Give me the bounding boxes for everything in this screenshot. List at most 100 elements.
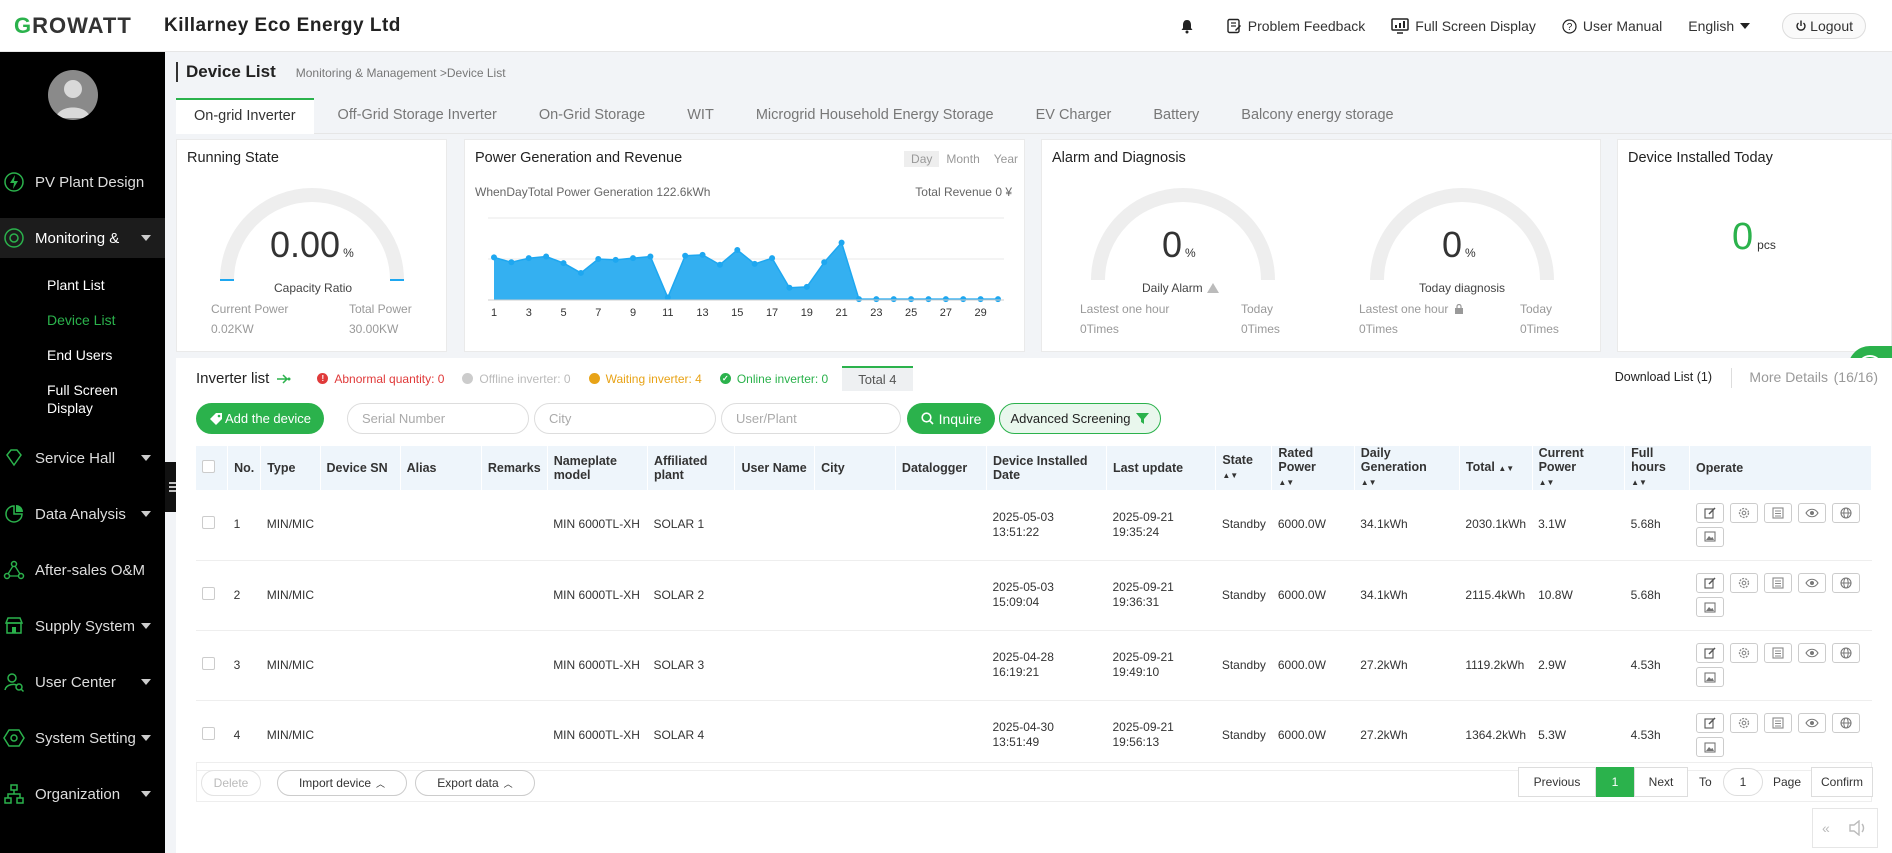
full-screen-display-button[interactable]: Full Screen Display <box>1391 18 1536 34</box>
image-icon[interactable] <box>1695 526 1724 547</box>
page-1-button[interactable]: 1 <box>1596 767 1634 797</box>
sidebar-subitem-plant-list[interactable]: Plant List <box>47 276 105 294</box>
notification-bell[interactable] <box>1180 19 1200 34</box>
online-inverter-filter[interactable]: ✓ Online inverter: 0 <box>719 372 828 386</box>
advanced-screening-button[interactable]: Advanced Screening <box>999 403 1161 434</box>
select-all-header[interactable] <box>196 446 229 490</box>
tab-wit[interactable]: WIT <box>669 98 732 134</box>
tab-battery[interactable]: Battery <box>1135 98 1217 134</box>
delete-button[interactable]: Delete <box>201 770 261 796</box>
edit-icon[interactable] <box>1695 643 1724 663</box>
row-select-cell[interactable] <box>196 560 228 631</box>
datalogger-icon[interactable] <box>1763 573 1792 593</box>
download-list-button[interactable]: Download List (1) <box>1615 370 1712 384</box>
goto-page-input[interactable]: 1 <box>1723 768 1763 796</box>
col-full-hours[interactable]: Full hours ▲▼ <box>1624 446 1690 490</box>
view-eye-icon[interactable] <box>1797 713 1826 733</box>
sidebar-item-data-analysis[interactable]: Data Analysis <box>0 494 165 534</box>
sidebar-item-organization[interactable]: Organization <box>0 774 165 814</box>
image-icon[interactable] <box>1695 667 1724 687</box>
sidebar-item-system-setting[interactable]: System Setting <box>0 718 165 758</box>
view-eye-icon[interactable] <box>1797 502 1826 523</box>
globe-icon[interactable] <box>1831 502 1860 523</box>
sidebar-item-after-sales[interactable]: After-sales O&M <box>0 550 165 590</box>
globe-icon[interactable] <box>1831 573 1860 593</box>
image-icon[interactable] <box>1695 597 1724 617</box>
double-chevron-left-icon[interactable]: « <box>1822 820 1830 836</box>
sidebar-subitem-full-screen[interactable]: Full Screen Display <box>47 381 118 417</box>
export-data-button[interactable]: Export data ︿ <box>415 770 535 796</box>
abnormal-quantity-filter[interactable]: ! Abnormal quantity: 0 <box>317 372 444 386</box>
col-daily-generation[interactable]: Daily Generation ▲▼ <box>1354 446 1460 490</box>
table-row[interactable]: 2 MIN/MIC MIN 6000TL-XH SOLAR 2 2025-05-03 1… <box>196 560 1872 631</box>
table-row[interactable]: 4 MIN/MIC MIN 6000TL-XH SOLAR 4 2025-04-30 1… <box>196 700 1872 771</box>
globe-icon[interactable] <box>1831 643 1860 663</box>
arrow-right-icon[interactable] <box>277 373 291 384</box>
row-checkbox[interactable] <box>202 726 215 740</box>
user-plant-input[interactable]: User/Plant <box>721 403 901 434</box>
image-icon[interactable] <box>1695 737 1724 757</box>
sidebar-item-pv-plant-design[interactable]: PV Plant Design <box>0 162 165 202</box>
row-select-cell[interactable] <box>196 700 228 771</box>
confirm-page-button[interactable]: Confirm <box>1811 767 1873 797</box>
settings-icon[interactable] <box>1729 643 1758 663</box>
datalogger-icon[interactable] <box>1763 643 1792 663</box>
logout-button[interactable]: Logout <box>1782 13 1866 39</box>
sidebar-item-monitoring[interactable]: Monitoring & <box>0 218 165 258</box>
problem-feedback-button[interactable]: Problem Feedback <box>1226 18 1365 34</box>
growatt-logo[interactable]: GROWATT <box>0 13 164 39</box>
language-select[interactable]: English <box>1688 18 1756 34</box>
waiting-inverter-filter[interactable]: Waiting inverter: 4 <box>588 372 702 386</box>
user-manual-button[interactable]: ? User Manual <box>1562 18 1662 34</box>
select-all-checkbox[interactable] <box>202 460 215 473</box>
period-month[interactable]: Month <box>939 151 986 167</box>
edit-icon[interactable] <box>1695 573 1724 593</box>
tab-on-grid-inverter[interactable]: On-grid Inverter <box>176 98 314 134</box>
previous-page-button[interactable]: Previous <box>1518 767 1596 797</box>
col-state[interactable]: State ▲▼ <box>1215 446 1273 490</box>
row-checkbox[interactable] <box>202 656 215 670</box>
settings-icon[interactable] <box>1729 573 1758 593</box>
sidebar-item-service-hall[interactable]: Service Hall <box>0 438 165 478</box>
offline-inverter-filter[interactable]: Offline inverter: 0 <box>462 372 571 386</box>
row-checkbox[interactable] <box>202 516 215 530</box>
sidebar-item-supply-system[interactable]: Supply System <box>0 606 165 646</box>
globe-icon[interactable] <box>1831 713 1860 733</box>
sidebar-item-user-center[interactable]: User Center <box>0 662 165 702</box>
datalogger-icon[interactable] <box>1763 502 1792 523</box>
add-device-button[interactable]: Add the device <box>196 403 324 434</box>
table-row[interactable]: 1 MIN/MIC MIN 6000TL-XH SOLAR 1 2025-05-03 1… <box>196 490 1872 561</box>
table-row[interactable]: 3 MIN/MIC MIN 6000TL-XH SOLAR 3 2025-04-28 1… <box>196 630 1872 701</box>
col-rated-power[interactable]: Rated Power ▲▼ <box>1271 446 1355 490</box>
period-year[interactable]: Year <box>987 151 1018 167</box>
row-select-cell[interactable] <box>196 490 228 561</box>
speaker-icon[interactable] <box>1848 820 1868 836</box>
view-eye-icon[interactable] <box>1797 573 1826 593</box>
tab-balcony-energy-storage[interactable]: Balcony energy storage <box>1223 98 1411 134</box>
settings-icon[interactable] <box>1729 713 1758 733</box>
edit-icon[interactable] <box>1695 502 1724 523</box>
city-input[interactable]: City <box>534 403 716 434</box>
row-select-cell[interactable] <box>196 630 228 701</box>
more-details-link[interactable]: More Details <box>1749 369 1828 385</box>
serial-number-input[interactable]: Serial Number <box>347 403 529 434</box>
period-day[interactable]: Day <box>904 151 940 167</box>
inquire-button[interactable]: Inquire <box>907 403 995 434</box>
tab-off-grid-storage-inverter[interactable]: Off-Grid Storage Inverter <box>320 98 515 134</box>
tab-ev-charger[interactable]: EV Charger <box>1018 98 1130 134</box>
sidebar-subitem-end-users[interactable]: End Users <box>47 346 112 364</box>
tab-microgrid[interactable]: Microgrid Household Energy Storage <box>738 98 1012 134</box>
total-filter[interactable]: Total 4 <box>842 366 913 391</box>
col-total[interactable]: Total ▲▼ <box>1459 446 1533 490</box>
settings-icon[interactable] <box>1729 502 1758 523</box>
edit-icon[interactable] <box>1695 713 1724 733</box>
import-device-button[interactable]: Import device ︿ <box>277 770 407 796</box>
datalogger-icon[interactable] <box>1763 713 1792 733</box>
row-checkbox[interactable] <box>202 586 215 600</box>
tab-on-grid-storage[interactable]: On-Grid Storage <box>521 98 663 134</box>
view-eye-icon[interactable] <box>1797 643 1826 663</box>
col-current-power[interactable]: Current Power ▲▼ <box>1532 446 1626 490</box>
next-page-button[interactable]: Next <box>1634 767 1688 797</box>
avatar[interactable] <box>48 70 98 120</box>
sidebar-subitem-device-list[interactable]: Device List <box>47 311 115 329</box>
